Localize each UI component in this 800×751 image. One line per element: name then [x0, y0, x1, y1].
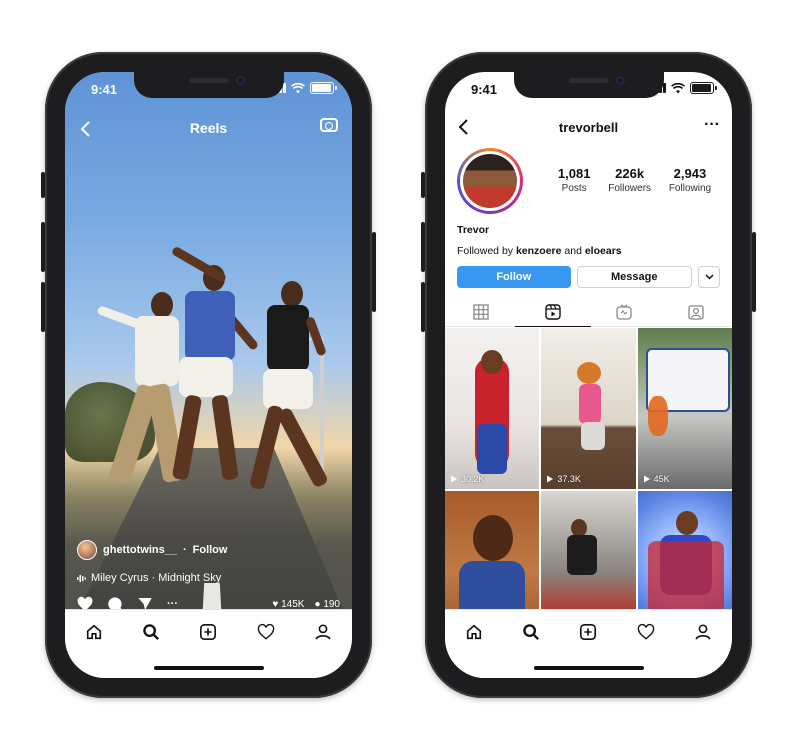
tagged-tab-icon[interactable] [688, 304, 704, 320]
reel-info: ghettotwins__ · Follow Miley Cyrus · Mid… [77, 540, 340, 612]
play-icon [451, 475, 457, 483]
profile-phone: 9:41 trevorbell ··· 1,081 Posts 226k Follo… [421, 52, 756, 698]
profile-icon[interactable] [313, 622, 333, 642]
power-button [372, 232, 376, 312]
battery-icon [310, 82, 337, 94]
page-title: Reels [189, 120, 228, 136]
reel-counts: ♥ 145K ● 190 [272, 599, 340, 610]
profile-icon[interactable] [693, 622, 713, 642]
reels-tab-icon[interactable] [514, 304, 591, 327]
stat-posts[interactable]: 1,081 Posts [558, 166, 591, 194]
message-button[interactable]: Message [576, 266, 692, 288]
followed-user-link[interactable]: eloears [585, 245, 622, 257]
profile-name: Trevor [457, 224, 490, 236]
profile-header: trevorbell ··· [445, 112, 732, 148]
wifi-icon [291, 82, 305, 93]
phone-notch [133, 72, 284, 98]
activity-icon[interactable] [636, 622, 656, 642]
profile-actions: Follow Message [457, 266, 720, 288]
follow-button[interactable]: Follow [457, 266, 571, 288]
profile-stats: 1,081 Posts 226k Followers 2,943 Following [549, 166, 720, 194]
phone-notch [513, 72, 664, 98]
igtv-tab-icon[interactable] [616, 304, 633, 320]
grid-tab-icon[interactable] [473, 304, 489, 320]
bottom-tab-bar [65, 609, 352, 678]
reels-grid: 30.2K 37.3K 45K [445, 328, 732, 652]
profile-username: trevorbell [558, 120, 619, 135]
suggestions-dropdown-button[interactable] [698, 266, 720, 288]
heart-small-icon: ♥ [272, 598, 282, 610]
profile-tabs [445, 298, 732, 327]
like-count: ♥ 145K [272, 598, 305, 610]
volume-down-button [41, 282, 45, 332]
volume-up-button [41, 222, 45, 272]
view-count: 45K [643, 474, 670, 484]
search-icon[interactable] [521, 622, 541, 642]
new-post-icon[interactable] [578, 622, 598, 642]
music-row[interactable]: Miley Cyrus · Midnight Sky [77, 572, 340, 584]
mute-switch [421, 172, 425, 198]
home-indicator[interactable] [153, 666, 264, 670]
reels-header: Reels [65, 112, 352, 152]
comment-count: ● 190 [314, 598, 340, 610]
wifi-icon [671, 82, 685, 93]
separator-dot: · [182, 544, 187, 556]
battery-icon [690, 82, 717, 94]
more-icon[interactable]: ··· [704, 116, 720, 134]
music-title: Miley Cyrus · Midnight Sky [91, 572, 222, 584]
follow-link[interactable]: Follow [193, 544, 228, 556]
dancer-right [225, 267, 330, 507]
followed-user-link[interactable]: kenzoere [516, 245, 562, 257]
bottom-tab-bar [445, 609, 732, 678]
profile-bio: Trevor Followed by kenzoere and eloears [457, 224, 720, 257]
reel-user-row: ghettotwins__ · Follow [77, 540, 340, 560]
play-icon [547, 475, 554, 483]
reels-screen: 9:41 Reels ghettotwins__ · Follow Miley … [65, 72, 352, 678]
volume-down-button [421, 282, 425, 332]
activity-icon[interactable] [256, 622, 276, 642]
avatar[interactable] [77, 540, 97, 560]
grid-item[interactable]: 45K [637, 328, 732, 489]
mute-switch [41, 172, 45, 198]
play-icon [643, 475, 650, 483]
reel-username[interactable]: ghettotwins__ [103, 544, 177, 556]
home-indicator[interactable] [533, 666, 644, 670]
stat-following[interactable]: 2,943 Following [669, 166, 711, 194]
grid-item[interactable]: 37.3K [541, 328, 636, 489]
camera-icon[interactable] [320, 118, 338, 132]
search-icon[interactable] [141, 622, 161, 642]
grid-item[interactable]: 30.2K [445, 328, 540, 489]
stat-followers[interactable]: 226k Followers [608, 166, 651, 194]
profile-screen: 9:41 trevorbell ··· 1,081 Posts 226k Follo… [445, 72, 732, 678]
comment-small-icon: ● [314, 598, 324, 610]
view-count: 30.2K [450, 474, 485, 484]
new-post-icon[interactable] [198, 622, 218, 642]
reels-phone: 9:41 Reels ghettotwins__ · Follow Miley … [41, 52, 376, 698]
audio-bars-icon [77, 574, 86, 582]
home-icon[interactable] [464, 622, 484, 642]
view-count: 37.3K [546, 474, 581, 484]
power-button [752, 232, 756, 312]
followed-by: Followed by kenzoere and eloears [457, 245, 622, 257]
volume-up-button [421, 222, 425, 272]
status-time: 9:41 [471, 82, 498, 97]
chevron-down-icon [704, 274, 714, 280]
profile-summary: 1,081 Posts 226k Followers 2,943 Following [457, 148, 720, 218]
home-icon[interactable] [84, 622, 104, 642]
status-time: 9:41 [91, 82, 118, 97]
avatar[interactable] [457, 148, 523, 214]
